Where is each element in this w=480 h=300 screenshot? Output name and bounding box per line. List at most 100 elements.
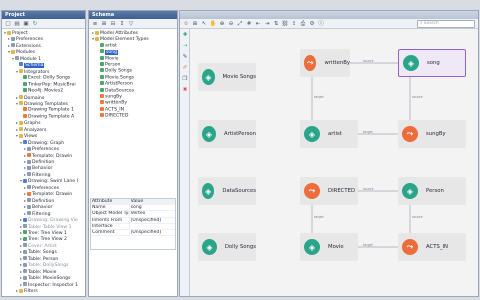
diagram-node-acts-in[interactable]: ⤳ ACTS_IN: [398, 233, 466, 261]
align-right-icon[interactable]: ⇥: [263, 20, 271, 28]
tree-item[interactable]: ▸ Definition: [2, 159, 85, 165]
tree-item[interactable]: ▸ Behavior: [2, 165, 85, 171]
tree-item[interactable]: ▸ Domains: [2, 95, 85, 101]
tree-item[interactable]: ▸ Table: MovieSongs: [2, 275, 85, 281]
list-icon[interactable]: ≡: [91, 20, 99, 28]
diagram-node-label: Movie: [328, 244, 344, 250]
tree-item[interactable]: ▸ Table: Movie: [2, 269, 85, 275]
diagram-node-dolly-songs[interactable]: ◈ Dolly Songs: [198, 233, 256, 261]
refresh-icon[interactable]: ↻: [31, 20, 39, 28]
diagram-node-artist[interactable]: ◈ artist: [300, 120, 358, 148]
delete-icon[interactable]: ✖: [181, 86, 189, 94]
tree-item[interactable]: ▸ Graphs: [2, 120, 85, 126]
tree-item[interactable]: ▸ Filtering: [2, 172, 85, 178]
zoom-in-icon[interactable]: ⊕: [218, 20, 226, 28]
edge-type-icon: ⤳: [304, 183, 320, 199]
expand-icon[interactable]: ⊞: [100, 20, 108, 28]
print-icon[interactable]: ⎙: [299, 20, 307, 28]
diagram-canvas[interactable]: ◈ Movie Songs ⤳ writtenBy ◈ song ◈ ArtistPerson…: [190, 29, 478, 296]
diagram-node-artist-person[interactable]: ◈ ArtistPerson: [198, 120, 256, 148]
pointer-icon[interactable]: ↖: [200, 20, 208, 28]
property-value[interactable]: [Unspecified]: [130, 218, 161, 223]
grid-icon[interactable]: #: [245, 20, 253, 28]
tree-item[interactable]: ▸ Template: Drawin: [2, 153, 85, 159]
tree-item[interactable]: ▸ Table: Table View 1: [2, 224, 85, 230]
export-icon[interactable]: ⇪: [290, 20, 298, 28]
tree-item[interactable]: ▸ Inspector: Inspector 1: [2, 282, 85, 288]
diagram-node-sungBy[interactable]: ⤳ sungBy: [398, 120, 466, 148]
tree-item[interactable]: ▸ Preferences: [2, 185, 85, 191]
layout-icon[interactable]: ⊞: [191, 20, 199, 28]
collapse-icon[interactable]: ⊟: [109, 20, 117, 28]
tree-item[interactable]: ▸ Filtering: [2, 211, 85, 217]
tree-item[interactable]: ▸ Analyzers: [2, 127, 85, 133]
tree-item[interactable]: ▾ Drawing: Swim Lane I: [2, 178, 85, 184]
tree-item[interactable]: ▸ Drawing: Drawing Vie: [2, 217, 85, 223]
blue-icon: [19, 62, 23, 67]
diagram-node-person[interactable]: ◈ Person: [398, 177, 466, 205]
tree-item[interactable]: ▸ Filters: [2, 288, 85, 294]
tree-item[interactable]: Drawing Template A: [2, 113, 85, 120]
tree-item[interactable]: Excel: Dolly Songs: [2, 75, 85, 81]
tree-item[interactable]: Neo4j: Movies2: [2, 88, 85, 94]
diagram-node-writtenBy[interactable]: ⤳ writtenBy: [300, 49, 350, 77]
save-icon[interactable]: ▣: [22, 20, 30, 28]
tree-item[interactable]: ▸ Table: Songs: [2, 249, 85, 255]
tree-item[interactable]: ▸ Table: DollySongs: [2, 262, 85, 268]
add-edge-icon[interactable]: ➝: [181, 42, 189, 50]
diagram-node-datasources[interactable]: ◈ DataSources: [198, 177, 256, 205]
tree-item[interactable]: ▾ Integrators: [2, 69, 85, 75]
diagram-node-song[interactable]: ◈ song: [398, 49, 466, 77]
property-header-value: Value: [130, 199, 144, 204]
diagram-node-movie-songs[interactable]: ◈ Movie Songs: [198, 63, 256, 91]
tree-item[interactable]: ▾ Drawing Templates: [2, 101, 85, 107]
diagram-node-directed[interactable]: ⤳ DIRECTED: [300, 177, 358, 205]
tree-item[interactable]: ▸ Preferences: [2, 146, 85, 152]
edit-icon[interactable]: ✎: [181, 53, 189, 61]
tree-item[interactable]: ▸ Preferences: [2, 36, 85, 42]
settings-icon[interactable]: ⚙: [308, 20, 316, 28]
tree-item[interactable]: ▾ Module 1: [2, 56, 85, 62]
tree-item[interactable]: ▾ Views: [2, 133, 85, 139]
add-vertex-icon[interactable]: ✚: [181, 31, 189, 39]
tree-item[interactable]: Drawing Template 1: [2, 107, 85, 113]
tree-item[interactable]: ▾ Project: [2, 30, 85, 36]
copy-icon[interactable]: ❐: [181, 75, 189, 83]
diagram-toolbar: ⦸ ⊞ ↖ ✋ ⊕ ⊖ ⤢ # ⇤ ⇥ ⇅ ⛓ ⇪ ⎙ ⚙ ⓘ ⌕ Search: [180, 19, 478, 29]
tree-item-label: Definition: [32, 160, 55, 165]
filter-icon[interactable]: ▽: [127, 20, 135, 28]
tree-item[interactable]: ▸ Extensions: [2, 43, 85, 49]
tree-item[interactable]: ▸ Definition: [2, 198, 85, 204]
hand-icon[interactable]: ✋: [209, 20, 217, 28]
tree-item[interactable]: ▸ Behavior: [2, 204, 85, 210]
new-project-icon[interactable]: □: [4, 20, 12, 28]
property-row[interactable]: Comment [Unspecified]: [91, 229, 175, 237]
zoom-out-icon[interactable]: ⊖: [227, 20, 235, 28]
align-left-icon[interactable]: ⇤: [254, 20, 262, 28]
tree-item[interactable]: ▸ Table: Person: [2, 256, 85, 262]
property-value[interactable]: [130, 224, 131, 229]
property-value[interactable]: song: [130, 205, 142, 210]
tree-item-label: Integrators: [24, 69, 50, 75]
tree-item[interactable]: ▾ Modules: [2, 49, 85, 55]
property-value[interactable]: [Unspecified]: [130, 230, 161, 235]
tree-item[interactable]: DIRECTED: [89, 113, 177, 119]
diagram-node-movie[interactable]: ◈ Movie: [300, 233, 358, 261]
search-input[interactable]: ⌕ Search: [417, 20, 475, 28]
open-icon[interactable]: ▤: [13, 20, 21, 28]
stop-icon[interactable]: ⦸: [182, 20, 190, 28]
tree-item[interactable]: ▾ Drawing: Graph: [2, 140, 85, 146]
sort-icon[interactable]: ↕: [118, 20, 126, 28]
property-value[interactable]: Vertex: [130, 211, 146, 216]
tree-item[interactable]: Schema: [2, 62, 85, 68]
brush-icon[interactable]: ✐: [181, 64, 189, 72]
tree-item[interactable]: ▸ Tree: Tree View 1: [2, 230, 85, 236]
tree-item[interactable]: ▸ Template: Drawin: [2, 191, 85, 197]
tree-item[interactable]: TinkerPop: MusicBrai: [2, 81, 85, 88]
tree-item[interactable]: ▸ Tree: Tree View 2: [2, 236, 85, 242]
tree-item[interactable]: ▸ Cover: Artist: [2, 243, 85, 249]
info-icon[interactable]: ⓘ: [317, 20, 325, 28]
link-icon[interactable]: ⛓: [281, 20, 289, 28]
arrange-icon[interactable]: ⇅: [272, 20, 280, 28]
fit-icon[interactable]: ⤢: [236, 20, 244, 28]
